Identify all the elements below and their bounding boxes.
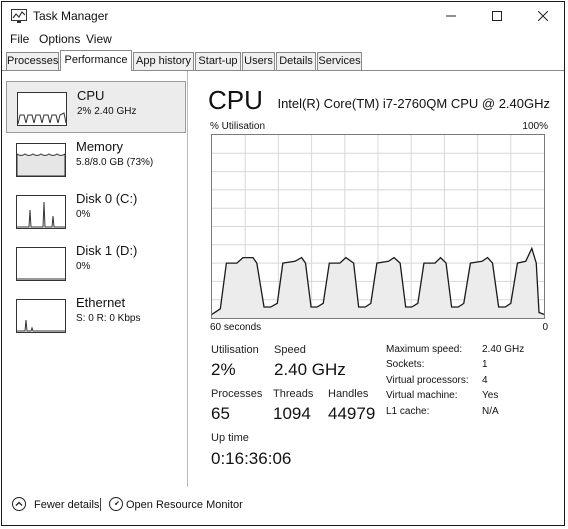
speed-label: Speed [274, 344, 306, 356]
task-manager-window: Task Manager File Options View Processes… [1, 1, 565, 526]
window-title: Task Manager [33, 9, 109, 23]
sidebar-disk1-value: 0% [76, 261, 91, 272]
utilisation-label: Utilisation [211, 344, 259, 356]
spec-virtual-processors-value: 4 [482, 375, 488, 386]
tab-start-up[interactable]: Start-up [195, 52, 241, 70]
menu-options[interactable]: Options [39, 32, 80, 46]
sidebar-ethernet-label: Ethernet [76, 295, 126, 310]
cpu-mini-graph [17, 92, 67, 126]
spec-sockets-value: 1 [482, 359, 488, 370]
footer-bar: Fewer details Open Resource Monitor [2, 487, 564, 525]
handles-value: 44979 [328, 404, 376, 423]
performance-panel: CPU Intel(R) Core(TM) i7-2760QM CPU @ 2.… [188, 71, 564, 487]
footer-separator [100, 498, 101, 511]
sidebar-cpu-label: CPU [77, 88, 105, 103]
sidebar-item-disk0[interactable]: Disk 0 (C:) 0% [6, 185, 186, 237]
menu-view[interactable]: View [86, 32, 112, 46]
graph-y-label: % Utilisation [210, 121, 266, 132]
sidebar-item-cpu[interactable]: CPU 2% 2.40 GHz [6, 81, 186, 133]
minimize-icon [446, 15, 456, 17]
tab-details[interactable]: Details [276, 52, 316, 70]
menu-bar: File Options View [2, 30, 564, 50]
threads-label: Threads [273, 388, 314, 400]
spec-sockets-label: Sockets: [386, 359, 425, 370]
processes-value: 65 [211, 404, 230, 423]
utilisation-value: 2% [211, 360, 236, 379]
chevron-up-icon[interactable] [12, 497, 26, 511]
tab-bar: Processes Performance App history Start-… [2, 50, 564, 71]
resource-monitor-icon[interactable] [109, 497, 123, 511]
minimize-button[interactable] [428, 2, 474, 30]
resource-sidebar: CPU 2% 2.40 GHz Memory 5.8/8.0 GB (73%) … [2, 71, 188, 487]
sidebar-disk0-label: Disk 0 (C:) [76, 191, 138, 206]
close-button[interactable] [520, 2, 564, 30]
speed-value: 2.40 GHz [274, 360, 346, 379]
spec-max-speed-label: Maximum speed: [386, 344, 463, 355]
sidebar-memory-value: 5.8/8.0 GB (73%) [76, 157, 154, 168]
uptime-value: 0:16:36:06 [211, 449, 292, 468]
uptime-label: Up time [211, 432, 249, 444]
tab-performance[interactable]: Performance [60, 50, 132, 71]
title-bar[interactable]: Task Manager [2, 2, 564, 30]
tab-users[interactable]: Users [242, 52, 275, 70]
cpu-utilisation-graph [211, 134, 545, 319]
sidebar-cpu-value: 2% 2.40 GHz [77, 106, 137, 117]
task-manager-icon [11, 9, 27, 23]
spec-virtual-machine-label: Virtual machine: [386, 390, 458, 401]
tab-app-history[interactable]: App history [133, 52, 194, 70]
memory-mini-graph [16, 143, 66, 177]
ethernet-mini-graph [16, 299, 66, 333]
threads-value: 1094 [273, 404, 311, 423]
sidebar-item-memory[interactable]: Memory 5.8/8.0 GB (73%) [6, 133, 186, 185]
maximize-button[interactable] [474, 2, 520, 30]
disk1-mini-graph [16, 247, 66, 281]
close-icon [538, 11, 548, 21]
menu-file[interactable]: File [10, 32, 29, 46]
cpu-model: Intel(R) Core(TM) i7-2760QM CPU @ 2.40GH… [277, 96, 550, 111]
graph-x-label: 60 seconds [210, 322, 262, 333]
spec-virtual-machine-value: Yes [482, 390, 499, 401]
page-title: CPU [208, 85, 263, 115]
disk0-mini-graph [16, 195, 66, 229]
sidebar-disk1-label: Disk 1 (D:) [76, 243, 138, 258]
processes-label: Processes [211, 388, 263, 400]
open-resource-monitor-link[interactable]: Open Resource Monitor [126, 499, 243, 511]
sidebar-item-ethernet[interactable]: Ethernet S: 0 R: 0 Kbps [6, 289, 186, 341]
graph-y-max-label: 100% [522, 121, 548, 132]
spec-l1-cache-value: N/A [482, 406, 499, 417]
spec-l1-cache-label: L1 cache: [386, 406, 430, 417]
fewer-details-link[interactable]: Fewer details [34, 499, 99, 511]
graph-x-min-label: 0 [542, 322, 548, 333]
tab-processes[interactable]: Processes [6, 52, 59, 70]
sidebar-disk0-value: 0% [76, 209, 91, 220]
spec-max-speed-value: 2.40 GHz [482, 344, 525, 355]
tab-services[interactable]: Services [317, 52, 362, 70]
sidebar-item-disk1[interactable]: Disk 1 (D:) 0% [6, 237, 186, 289]
handles-label: Handles [328, 388, 369, 400]
maximize-icon [492, 11, 502, 21]
spec-virtual-processors-label: Virtual processors: [386, 375, 469, 386]
sidebar-ethernet-value: S: 0 R: 0 Kbps [76, 313, 141, 324]
sidebar-memory-label: Memory [76, 139, 123, 154]
